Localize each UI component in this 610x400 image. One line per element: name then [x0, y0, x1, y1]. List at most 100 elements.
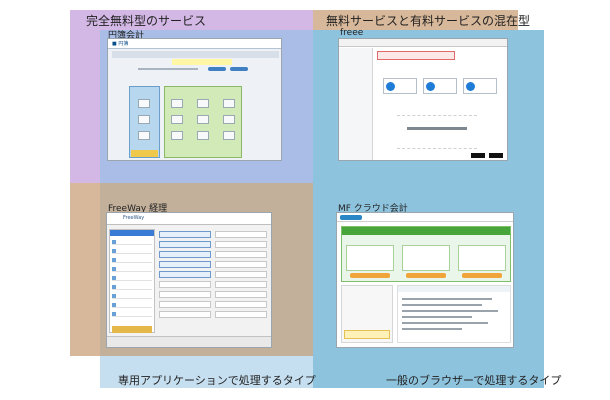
mf-news-panel [397, 285, 511, 343]
enzou-screenshot: ■ 円簿 [107, 38, 282, 161]
freeway-menu-icon [112, 285, 116, 289]
enzou-right-panel [164, 86, 242, 158]
mf-step-box [402, 245, 450, 271]
freeway-menu-icon [112, 312, 116, 316]
freeway-grid-cell [215, 251, 267, 258]
freeway-menu-row [112, 293, 152, 299]
freeway-menu-row [112, 248, 152, 254]
freeway-grid-cell [215, 311, 267, 318]
mf-step-button [406, 273, 446, 278]
freee-store-badge [489, 153, 503, 158]
freee-title: freee [340, 28, 364, 38]
freeway-menu-row [112, 302, 152, 308]
enzou-button [230, 67, 248, 71]
freeway-left-menu [109, 229, 155, 333]
freeway-grid-cell [215, 241, 267, 248]
enzou-nav-bar [112, 51, 279, 58]
mf-hero-panel [341, 226, 511, 282]
freeway-grid-cell [159, 251, 211, 258]
freeway-grid-cell [159, 261, 211, 268]
mf-news-line [402, 322, 488, 324]
freee-card-icon [426, 82, 435, 91]
caption-free-type: 完全無料型のサービス [86, 14, 207, 28]
freeway-grid-cell [215, 231, 267, 238]
enzou-logo: ■ 円簿 [112, 41, 129, 47]
enzou-tile [223, 131, 235, 140]
enzou-notice [172, 59, 232, 65]
mf-sidebar [341, 285, 393, 343]
mf-step-box [458, 245, 506, 271]
mf-news-line [402, 316, 472, 318]
caption-browser-type: 一般のブラウザーで処理するタイプ [386, 374, 562, 387]
freee-alert [377, 51, 455, 60]
mf-sidebar-banner [344, 330, 390, 339]
freeway-menu-row [112, 311, 152, 317]
freee-chart-message [407, 127, 467, 130]
enzou-period-field [138, 68, 198, 70]
freeway-grid-cell [159, 271, 211, 278]
freeway-menu-row [112, 275, 152, 281]
freeway-header: FreeWay [107, 213, 271, 225]
mf-hero-band [342, 227, 510, 235]
freeway-grid-cell [215, 291, 267, 298]
freeway-menu-row [112, 284, 152, 290]
freeway-grid-cell [159, 241, 211, 248]
freeway-grid-cell [159, 311, 211, 318]
freeway-menu-selected [110, 230, 154, 236]
mf-header [337, 213, 513, 222]
enzou-tile [138, 115, 150, 124]
freee-card [463, 78, 497, 94]
mf-news-line [402, 304, 482, 306]
mf-step-button [462, 273, 502, 278]
mf-news-line [402, 298, 492, 300]
freee-card-icon [386, 82, 395, 91]
freeway-grid-cell [159, 301, 211, 308]
freee-card [383, 78, 417, 94]
enzou-tile [171, 131, 183, 140]
enzou-tile [138, 99, 150, 108]
enzou-button [208, 67, 226, 71]
freeway-menu-icon [112, 303, 116, 307]
freeway-menu-icon [112, 267, 116, 271]
enzou-highlight-button [131, 150, 158, 157]
freeway-menu-icon [112, 276, 116, 280]
mf-logo [340, 215, 362, 220]
freee-card-icon [466, 82, 475, 91]
freeway-screenshot: FreeWay [106, 212, 272, 348]
freeway-grid-cell [215, 301, 267, 308]
mf-step-box [346, 245, 394, 271]
freeway-menu-row [112, 266, 152, 272]
freee-card [423, 78, 457, 94]
freeway-grid-cell [215, 271, 267, 278]
freeway-grid-cell [215, 261, 267, 268]
enzou-tile [171, 115, 183, 124]
freee-empty-chart [397, 115, 477, 149]
freeway-menu-row [112, 239, 152, 245]
freeway-footer [107, 336, 271, 347]
freee-sidebar [339, 48, 373, 160]
mf-news-header [398, 286, 510, 292]
enzou-tile [171, 99, 183, 108]
enzou-tile [197, 131, 209, 140]
freeway-menu-icon [112, 249, 116, 253]
enzou-header: ■ 円簿 [108, 39, 281, 49]
freeway-menu-row [112, 257, 152, 263]
spacer [70, 356, 100, 388]
mf-step-button [350, 273, 390, 278]
enzou-tile [223, 99, 235, 108]
mf-news-line [402, 310, 498, 312]
freeway-menu-icon [112, 240, 116, 244]
freeway-grid-cell [159, 281, 211, 288]
freee-header [339, 39, 507, 47]
enzou-tile [197, 115, 209, 124]
caption-dedicated-app-type: 専用アプリケーションで処理するタイプ [118, 374, 316, 387]
freeway-menu-icon [112, 294, 116, 298]
freeway-menu-icon [112, 258, 116, 262]
mf-screenshot [336, 212, 514, 348]
mf-news-line [402, 328, 462, 330]
freeway-logo: FreeWay [123, 215, 145, 221]
caption-mixed-type: 無料サービスと有料サービスの混在型 [326, 14, 531, 28]
enzou-tile [223, 115, 235, 124]
enzou-left-panel [129, 86, 160, 158]
freee-store-badge [471, 153, 485, 158]
